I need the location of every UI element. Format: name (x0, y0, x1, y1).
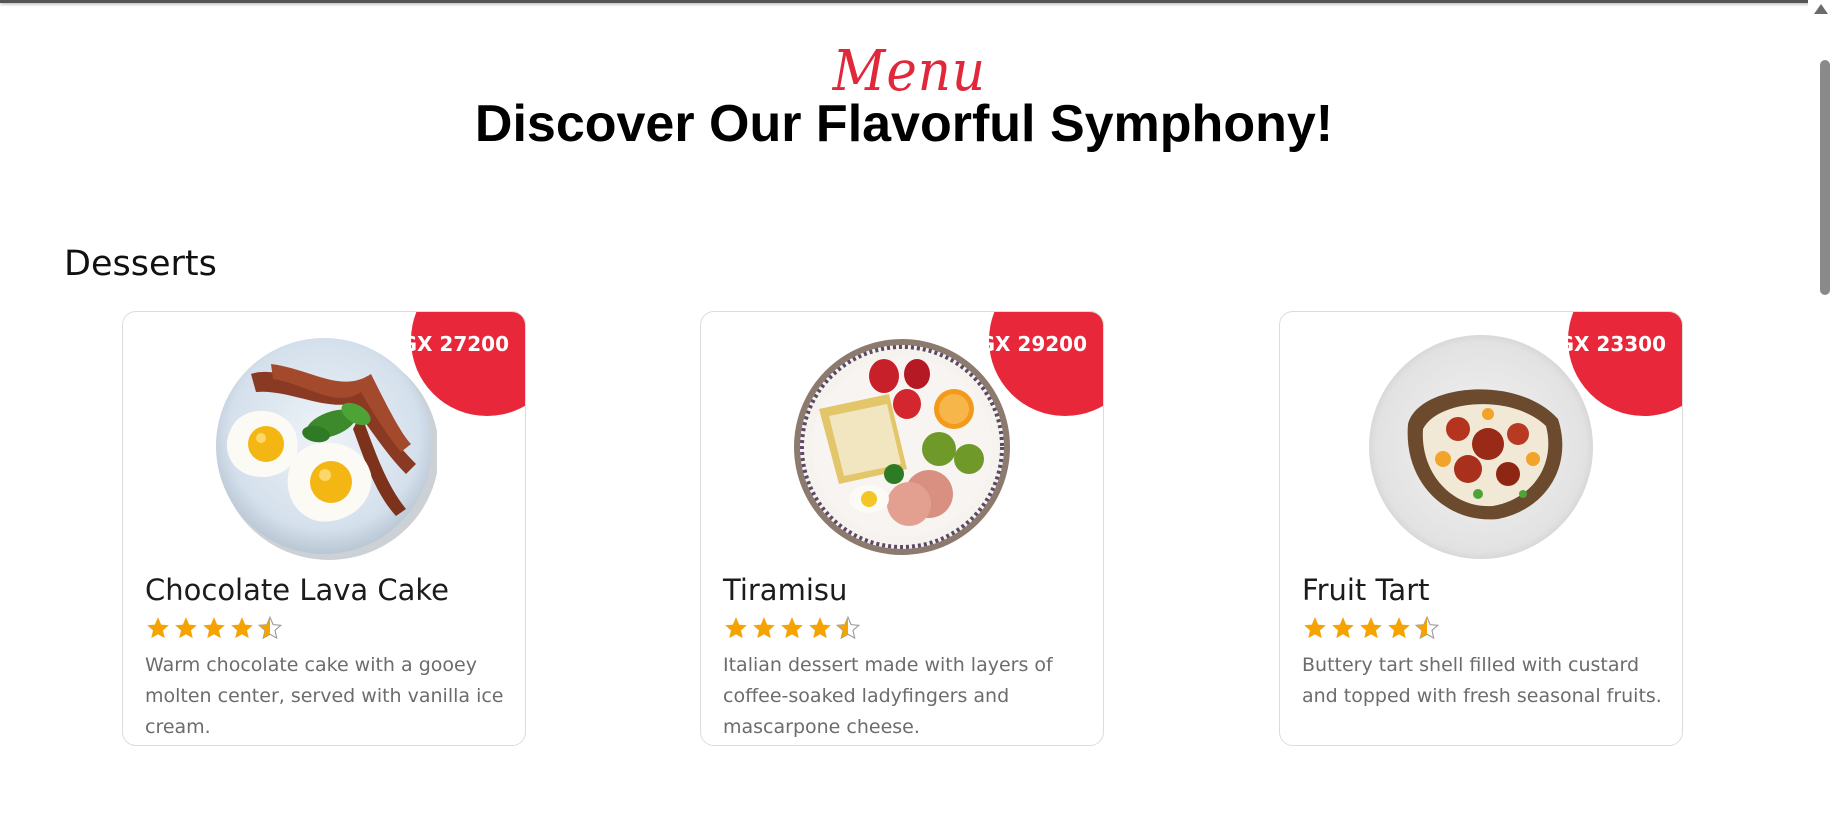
star-icon (723, 615, 749, 641)
star-icon (779, 615, 805, 641)
star-icon (807, 615, 833, 641)
star-half-icon (257, 615, 283, 641)
scroll-up-arrow-icon[interactable] (1814, 4, 1828, 14)
menu-card[interactable]: UGX 29200 Tiramisu Italian dessert made … (700, 311, 1104, 746)
star-icon (201, 615, 227, 641)
section-title: Desserts (64, 244, 217, 284)
star-icon (145, 615, 171, 641)
star-icon (751, 615, 777, 641)
food-image-baked-potato (1368, 334, 1594, 560)
rating-stars (723, 615, 861, 641)
food-description: Buttery tart shell filled with custard a… (1302, 654, 1662, 707)
star-half-icon (835, 615, 861, 641)
star-icon (1358, 615, 1384, 641)
food-name: Fruit Tart (1302, 573, 1430, 607)
menu-script-label: Menu (832, 39, 986, 104)
food-description: Warm chocolate cake with a gooey molten … (145, 654, 504, 738)
menu-card[interactable]: UGX 23300 Fruit Tart Buttery tart shell … (1279, 311, 1683, 746)
star-icon (1302, 615, 1328, 641)
food-name: Chocolate Lava Cake (145, 573, 450, 607)
star-icon (1330, 615, 1356, 641)
page-title: Discover Our Flavorful Symphony! (474, 95, 1334, 153)
star-icon (229, 615, 255, 641)
food-image-bread-fruit (789, 334, 1015, 560)
food-name: Tiramisu (723, 573, 848, 607)
rating-stars (145, 615, 283, 641)
scroll-thumb[interactable] (1820, 60, 1830, 295)
food-description: Italian dessert made with layers of coff… (723, 654, 1053, 738)
window-top-edge (0, 0, 1832, 3)
rating-stars (1302, 615, 1440, 641)
food-image-eggs-bacon (211, 334, 437, 560)
star-half-icon (1414, 615, 1440, 641)
menu-card[interactable]: UGX 27200 Chocolate Lava Cake Warm choco… (122, 311, 526, 746)
vertical-scrollbar[interactable] (1808, 0, 1832, 826)
star-icon (1386, 615, 1412, 641)
star-icon (173, 615, 199, 641)
